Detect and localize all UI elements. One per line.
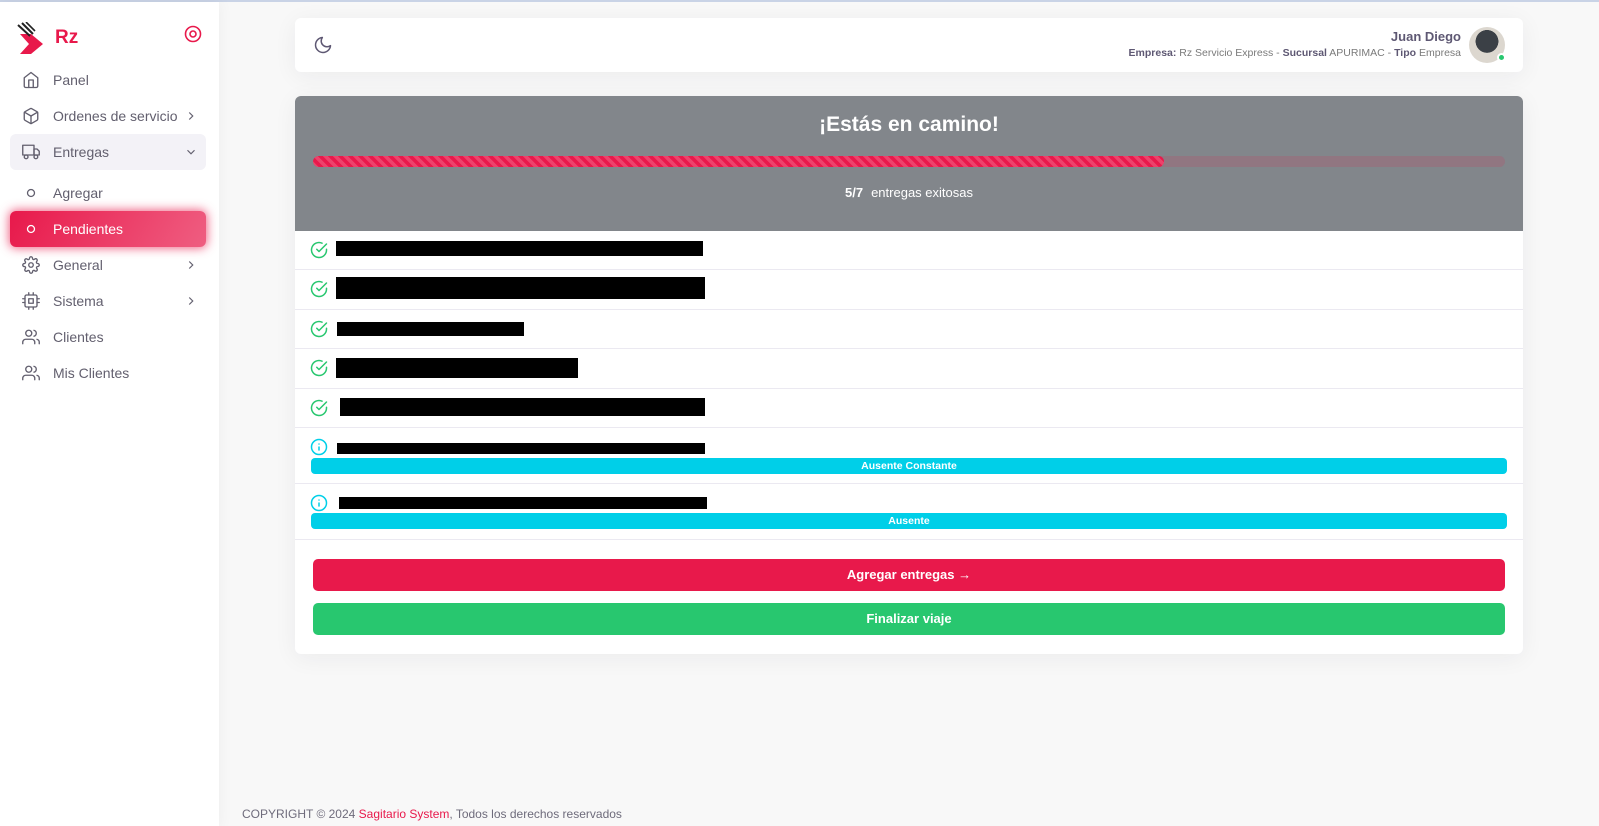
sidebar-item-label: Sistema [53, 293, 104, 309]
sidebar-item-panel[interactable]: Panel [10, 62, 206, 98]
trip-card: ¡Estás en camino! 5/7 entregas exitosas [295, 96, 1523, 654]
delivery-row[interactable] [295, 389, 1523, 428]
trip-progress [313, 156, 1505, 167]
trip-count-label: entregas exitosas [871, 185, 973, 200]
sucursal-value: APURIMAC [1329, 47, 1385, 59]
settings-icon [22, 256, 40, 274]
users-icon [22, 364, 40, 382]
sidebar-item-mis-clientes[interactable]: Mis Clientes [10, 355, 206, 391]
sidebar-toggle-icon[interactable] [183, 24, 203, 44]
sidebar-item-label: Pendientes [53, 221, 124, 237]
top-navbar: Juan Diego Empresa: Rz Servicio Express … [295, 18, 1523, 72]
tipo-label: Tipo [1394, 47, 1417, 59]
truck-icon [22, 143, 40, 161]
footer-prefix: COPYRIGHT © 2024 [242, 807, 359, 821]
delivery-row[interactable] [295, 231, 1523, 271]
sidebar-item-clientes[interactable]: Clientes [10, 319, 206, 355]
redacted-text [337, 442, 705, 454]
check-circle-icon [310, 241, 328, 259]
cpu-icon [22, 292, 40, 310]
trip-progress-bar [313, 156, 1165, 167]
home-icon [22, 71, 40, 89]
delivery-row[interactable] [295, 270, 1523, 310]
sidebar-item-label: General [53, 257, 103, 273]
circle-icon [22, 184, 40, 202]
add-deliveries-button[interactable]: Agregar entregas → [313, 559, 1505, 591]
user-name[interactable]: Juan Diego [1391, 29, 1461, 44]
chevron-right-icon [188, 112, 194, 120]
sidebar-item-label: Panel [53, 72, 89, 88]
footer: COPYRIGHT © 2024 Sagitario System, Todos… [242, 807, 622, 821]
trip-title: ¡Estás en camino! [819, 113, 999, 136]
tipo-value: Empresa [1418, 47, 1461, 59]
redacted-text [336, 241, 703, 256]
chevron-down-icon [187, 149, 195, 155]
redacted-text [336, 358, 578, 379]
check-circle-icon [310, 281, 328, 298]
chevron-right-icon [188, 297, 194, 305]
check-circle-icon [310, 320, 328, 338]
online-status-dot [1497, 53, 1506, 62]
info-icon [310, 494, 328, 512]
chevron-right-icon [188, 261, 194, 269]
sidebar: Rz Panel Ordenes de servicio Entregas Ag… [0, 2, 219, 826]
trip-count: 5/7 entregas exitosas [295, 185, 1523, 200]
trip-count-value: 5/7 [845, 185, 864, 200]
check-circle-icon [310, 359, 328, 377]
sidebar-item-general[interactable]: General [10, 247, 206, 283]
status-badge: Ausente Constante [311, 457, 1507, 474]
box-icon [22, 107, 40, 125]
brand-name: Rz [55, 27, 79, 48]
brand[interactable]: Rz [16, 20, 78, 56]
sidebar-item-label: Agregar [53, 185, 103, 201]
empresa-value: Rz Servicio Express [1179, 47, 1274, 59]
delivery-row[interactable] [295, 349, 1523, 389]
delivery-list: Ausente Constante Ausente [295, 231, 1523, 540]
sidebar-menu: Panel Ordenes de servicio Entregas Agreg… [10, 62, 206, 391]
redacted-text [336, 277, 705, 300]
sucursal-label: Sucursal [1282, 47, 1327, 59]
separator: - [1273, 47, 1283, 59]
brand-logo-icon [17, 22, 43, 54]
redacted-text [337, 321, 524, 336]
users-icon [22, 328, 40, 346]
sidebar-item-label: Clientes [53, 329, 104, 345]
trip-header: ¡Estás en camino! 5/7 entregas exitosas [295, 96, 1523, 231]
sidebar-item-agregar[interactable]: Agregar [10, 175, 206, 211]
status-badge: Ausente [311, 512, 1507, 529]
info-icon [310, 438, 328, 456]
delivery-row[interactable] [295, 310, 1523, 350]
sidebar-item-label: Ordenes de servicio [53, 108, 178, 124]
footer-suffix: , Todos los derechos reservados [449, 807, 622, 821]
footer-brand-link[interactable]: Sagitario System [359, 807, 450, 821]
redacted-text [340, 397, 705, 416]
avatar[interactable] [1469, 27, 1506, 63]
sidebar-item-ordenes[interactable]: Ordenes de servicio [10, 98, 206, 134]
delivery-row[interactable]: Ausente Constante [295, 428, 1523, 484]
check-circle-icon [310, 399, 328, 416]
sidebar-item-label: Entregas [53, 144, 110, 160]
redacted-text [339, 496, 707, 509]
sidebar-item-entregas[interactable]: Entregas [10, 134, 206, 170]
sidebar-item-sistema[interactable]: Sistema [10, 283, 206, 319]
user-meta: Empresa: Rz Servicio Express - Sucursal … [1129, 47, 1461, 59]
sidebar-item-label: Mis Clientes [53, 365, 130, 381]
separator: - [1384, 47, 1395, 59]
sidebar-item-pendientes[interactable]: Pendientes [10, 211, 206, 247]
empresa-label: Empresa: [1128, 47, 1177, 59]
moon-icon[interactable] [313, 35, 333, 55]
circle-icon [22, 220, 40, 238]
finish-trip-button[interactable]: Finalizar viaje [313, 603, 1505, 635]
delivery-row[interactable]: Ausente [295, 484, 1523, 540]
